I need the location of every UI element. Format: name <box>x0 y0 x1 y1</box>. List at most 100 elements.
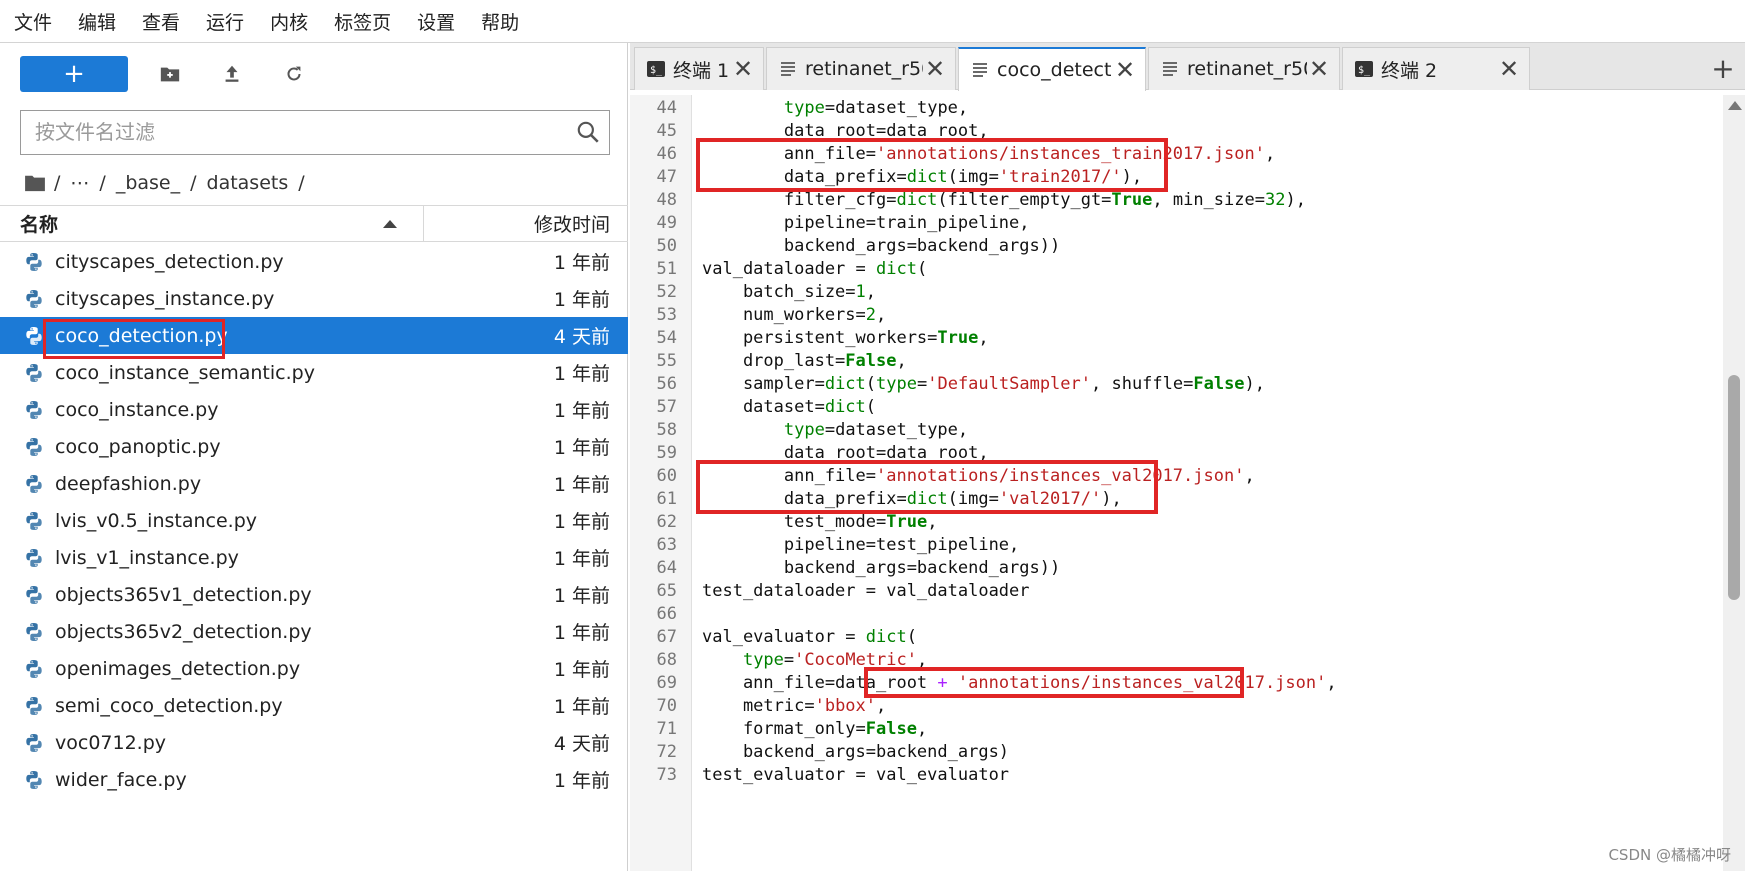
menu-edit[interactable]: 编辑 <box>78 8 116 35</box>
file-list-item[interactable]: coco_instance_semantic.py 1 年前 <box>0 354 628 391</box>
file-list-item[interactable]: deepfashion.py 1 年前 <box>0 465 628 502</box>
code-token: val_evaluator = <box>702 627 866 647</box>
line-number: 51 <box>656 259 677 279</box>
line-number: 44 <box>656 98 677 118</box>
code-line: pipeline=test_pipeline, <box>702 533 1019 559</box>
code-token: False <box>845 351 897 371</box>
folder-icon[interactable] <box>24 174 46 192</box>
file-name: deepfashion.py <box>55 472 202 495</box>
file-modified: 1 年前 <box>553 511 610 533</box>
file-list-item[interactable]: coco_instance.py 1 年前 <box>0 391 628 428</box>
code-editor[interactable]: 44 45 46 47 48 49 50 51 52 53 54 55 56 57 58 59 60 61 62 63… <box>630 95 1745 871</box>
line-number: 60 <box>656 466 677 486</box>
add-tab-button[interactable]: + <box>1705 51 1741 87</box>
code-token: dict <box>824 397 866 417</box>
breadcrumb-ellipsis[interactable]: ⋯ <box>70 172 89 194</box>
refresh-button[interactable] <box>274 56 314 92</box>
editor-tab[interactable]: $_ 终端 1 ✕ <box>634 47 764 90</box>
file-list-item[interactable]: voc0712.py 4 天前 <box>0 724 628 761</box>
close-icon[interactable]: ✕ <box>923 57 947 81</box>
editor-tab[interactable]: $_ 终端 2 ✕ <box>1342 47 1530 90</box>
editor-tab[interactable]: retinanet_r50_fp✕ <box>1148 47 1340 90</box>
code-token: (filter_empty_gt= <box>937 190 1112 210</box>
menu-tabs[interactable]: 标签页 <box>334 8 391 35</box>
code-token: pipeline=train_pipeline, <box>702 213 1030 233</box>
menu-settings[interactable]: 设置 <box>417 8 455 35</box>
file-list-item[interactable]: lvis_v1_instance.py 1 年前 <box>0 539 628 576</box>
search-icon[interactable] <box>575 119 601 145</box>
tab-label: retinanet_r50_fp <box>805 58 923 80</box>
vertical-scrollbar[interactable] <box>1723 95 1745 871</box>
code-token: format_only= <box>702 719 866 739</box>
breadcrumb-base[interactable]: _base_ <box>116 172 180 194</box>
file-list-item[interactable]: coco_panoptic.py 1 年前 <box>0 428 628 465</box>
code-token: 'train2017/' <box>998 167 1122 187</box>
breadcrumb-separator: / <box>190 172 197 194</box>
line-number: 54 <box>656 328 677 348</box>
file-list-item[interactable]: openimages_detection.py 1 年前 <box>0 650 628 687</box>
code-token: ( <box>906 627 917 647</box>
text-file-icon <box>1163 62 1177 76</box>
tab-label: retinanet_r50_fp <box>1187 58 1307 80</box>
menu-bar: 文件 编辑 查看 运行 内核 标签页 设置 帮助 <box>0 0 1745 43</box>
code-token: ( <box>865 397 877 417</box>
file-modified: 1 年前 <box>553 363 610 385</box>
code-token: , <box>927 512 938 532</box>
menu-help[interactable]: 帮助 <box>481 8 519 35</box>
filter-box <box>20 110 610 155</box>
new-folder-button[interactable] <box>150 56 190 92</box>
code-token: dict <box>906 167 948 187</box>
breadcrumb-root[interactable]: / <box>54 172 60 194</box>
column-header-name[interactable]: 名称 <box>0 206 424 241</box>
file-list-item[interactable]: lvis_v0.5_instance.py 1 年前 <box>0 502 628 539</box>
close-icon[interactable]: ✕ <box>1113 58 1137 82</box>
file-list-item[interactable]: objects365v1_detection.py 1 年前 <box>0 576 628 613</box>
file-list-item[interactable]: semi_coco_detection.py 1 年前 <box>0 687 628 724</box>
code-line: val_dataloader = dict( <box>702 257 927 283</box>
line-number: 47 <box>656 167 677 187</box>
upload-button[interactable] <box>212 56 252 92</box>
python-file-icon <box>26 511 42 530</box>
code-token: , min_size= <box>1152 190 1265 210</box>
code-line: dataset=dict( <box>702 395 876 421</box>
file-list-item[interactable]: objects365v2_detection.py 1 年前 <box>0 613 628 650</box>
file-list-item[interactable]: cityscapes_detection.py 1 年前 <box>0 243 628 280</box>
menu-view[interactable]: 查看 <box>142 8 180 35</box>
file-modified: 1 年前 <box>553 622 610 644</box>
file-name: cityscapes_instance.py <box>55 287 275 310</box>
line-number: 61 <box>656 489 677 509</box>
menu-run[interactable]: 运行 <box>206 8 244 35</box>
file-modified: 1 年前 <box>553 770 610 792</box>
line-number: 52 <box>656 282 677 302</box>
menu-file[interactable]: 文件 <box>14 8 52 35</box>
line-number: 66 <box>656 604 677 624</box>
code-token: =dataset_type, <box>824 420 969 440</box>
editor-tab[interactable]: retinanet_r50_fp✕ <box>766 47 956 90</box>
code-token: True <box>886 512 928 532</box>
filter-input[interactable] <box>21 111 566 153</box>
breadcrumb-datasets[interactable]: datasets <box>207 172 289 194</box>
file-modified: 1 年前 <box>553 474 610 496</box>
code-token: 1 <box>855 282 866 302</box>
file-list-item[interactable]: wider_face.py 1 年前 <box>0 761 628 798</box>
code-line: test_evaluator = val_evaluator <box>702 763 1009 789</box>
code-token: , <box>1244 466 1255 486</box>
editor-tab[interactable]: coco_detection.|✕ <box>958 47 1146 91</box>
new-launcher-button[interactable]: + <box>20 56 128 92</box>
menu-kernel[interactable]: 内核 <box>270 8 308 35</box>
file-list-item[interactable]: coco_detection.py 4 天前 <box>0 317 628 359</box>
file-name: coco_detection.py <box>55 324 228 347</box>
close-icon[interactable]: ✕ <box>1307 57 1331 81</box>
file-list-item[interactable]: cityscapes_instance.py 1 年前 <box>0 280 628 317</box>
file-name: semi_coco_detection.py <box>55 694 283 717</box>
code-token: dict <box>824 374 866 394</box>
close-icon[interactable]: ✕ <box>731 57 755 81</box>
breadcrumb: / ⋯ / _base_ / datasets / <box>24 165 315 201</box>
column-name-label: 名称 <box>20 214 59 236</box>
close-icon[interactable]: ✕ <box>1497 57 1521 81</box>
code-token: 'DefaultSampler' <box>927 374 1091 394</box>
code-token: test_mode= <box>702 512 887 532</box>
scrollbar-thumb[interactable] <box>1728 375 1740 600</box>
column-header-modified[interactable]: 修改时间 <box>424 210 628 237</box>
scroll-up-arrow-icon[interactable] <box>1728 101 1742 110</box>
